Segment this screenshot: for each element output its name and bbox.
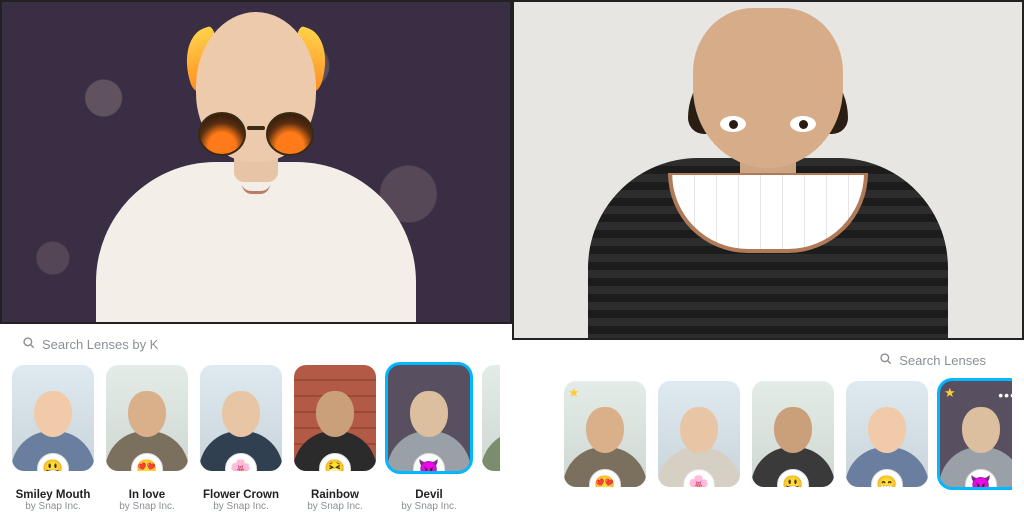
lens-card[interactable]: ★😍 (564, 381, 646, 487)
lens-author: by Snap Inc. (401, 501, 457, 512)
more-icon[interactable]: ••• (998, 387, 1012, 403)
lens-label: Smiley Mouth (16, 489, 91, 501)
lens-flower-crown[interactable]: 🌸 Flower Crown by Snap Inc. (200, 365, 282, 512)
lens-author: by Snap Inc. (25, 501, 81, 512)
search-lenses-left[interactable]: Search Lenses by K (12, 332, 168, 357)
lens-label: Rainbow (311, 489, 359, 501)
lens-label: Flower Crown (203, 489, 279, 501)
lens-carousel-left[interactable]: 😃 Smiley Mouth by Snap Inc. 😍 In love by… (12, 357, 500, 512)
lens-author: by Snap Inc. (213, 501, 269, 512)
lens-smiley-mouth[interactable]: 😃 Smiley Mouth by Snap Inc. (12, 365, 94, 512)
search-placeholder: Search Lenses by K (42, 337, 158, 352)
person (116, 12, 396, 322)
lens-rainbow[interactable]: 🤮 Rainbow by Snap Inc. (294, 365, 376, 512)
person (618, 18, 918, 338)
search-placeholder: Search Lenses (899, 353, 986, 368)
lens-card-selected[interactable]: ★•••😈 (940, 381, 1012, 487)
big-mouth-filter (668, 173, 868, 253)
lens-card[interactable]: 🌸 (658, 381, 740, 487)
sunglasses-filter (196, 112, 316, 156)
star-icon: ★ (568, 385, 580, 401)
star-icon: ★ (944, 385, 956, 401)
video-preview-right (512, 0, 1024, 340)
lens-strip-left: Search Lenses by K 😃 Smiley Mouth by Sna… (0, 324, 512, 512)
lens-label: In love (129, 489, 165, 501)
search-icon (879, 352, 893, 369)
search-icon (22, 336, 36, 353)
lens-strip-right: Search Lenses ★😍 🌸 😃 😁 ★•••😈 (512, 340, 1024, 512)
lens-card[interactable]: 😁 (846, 381, 928, 487)
lens-author: by Snap Inc. (119, 501, 175, 512)
lens-author: by Snap Inc. (307, 501, 363, 512)
video-preview-left (0, 0, 512, 324)
lens-carousel-right[interactable]: ★😍 🌸 😃 😁 ★•••😈 👹 (524, 373, 1012, 512)
search-lenses-right[interactable]: Search Lenses (869, 348, 996, 373)
lens-card[interactable]: 😃 (752, 381, 834, 487)
lens-label: Devil (415, 489, 443, 501)
lens-bit-sto[interactable]: 🐙 Bit Sto by Twi (482, 365, 500, 512)
lens-devil[interactable]: 😈 Devil by Snap Inc. (388, 365, 470, 512)
lens-in-love[interactable]: 😍 In love by Snap Inc. (106, 365, 188, 512)
